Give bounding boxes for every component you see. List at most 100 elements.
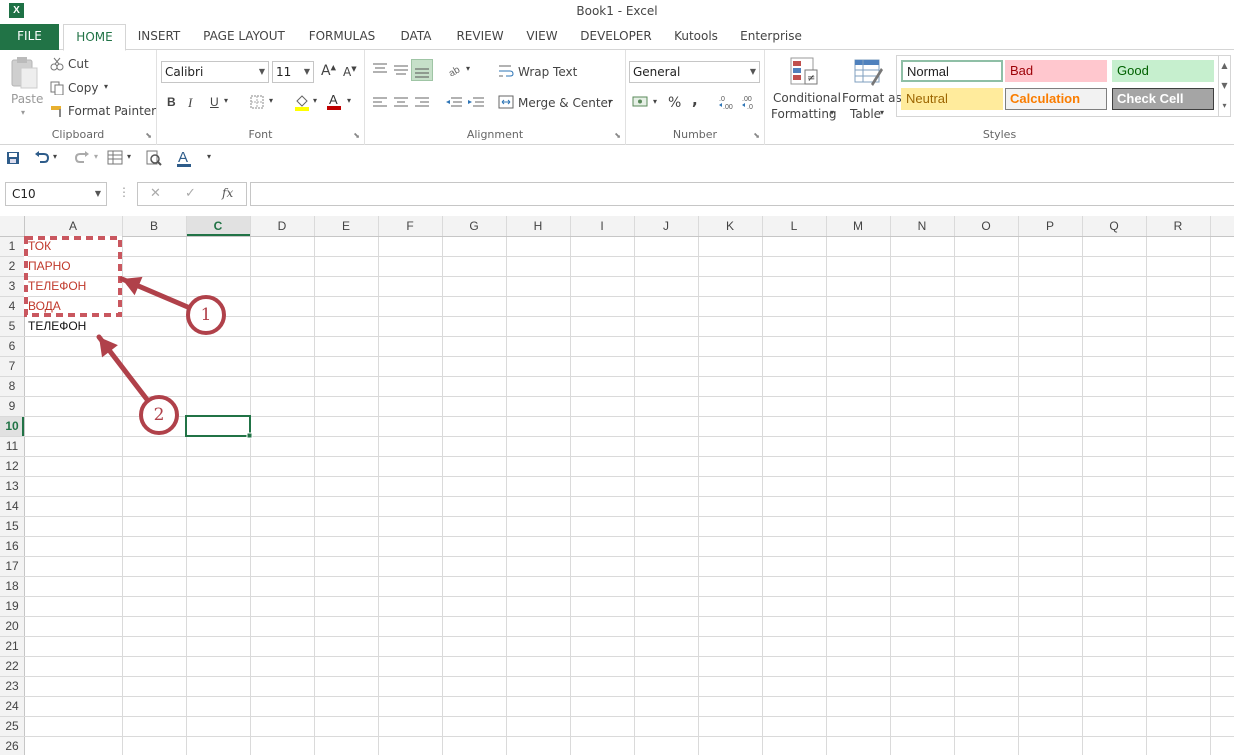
format-as-table-icon[interactable] <box>853 56 883 88</box>
font-size-select[interactable]: 11 ▼ <box>272 61 314 83</box>
increase-font-size-icon[interactable]: A▲ <box>321 63 336 79</box>
italic-button[interactable]: I <box>188 95 192 111</box>
tab-developer[interactable]: DEVELOPER <box>576 24 656 50</box>
row-header-10[interactable]: 10 <box>0 416 24 436</box>
print-preview-icon[interactable] <box>146 150 162 166</box>
redo-icon[interactable] <box>74 150 90 164</box>
tab-data[interactable]: DATA <box>394 24 438 50</box>
conditional-formatting-label-1[interactable]: Conditional <box>773 91 841 105</box>
tab-enterprise[interactable]: Enterprise <box>736 24 806 50</box>
column-header-a[interactable]: A <box>24 216 122 236</box>
cell-style-calculation[interactable]: Calculation <box>1005 88 1107 110</box>
column-header-e[interactable]: E <box>314 216 378 236</box>
format-as-table-dropdown-icon[interactable]: ▾ <box>880 108 884 117</box>
undo-dropdown-icon[interactable]: ▾ <box>53 152 57 161</box>
number-format-select[interactable]: General ▼ <box>629 61 760 83</box>
cancel-entry-icon[interactable]: ✕ <box>150 186 161 201</box>
customize-qat-icon[interactable]: ▾ <box>207 152 211 161</box>
number-launcher-icon[interactable]: ⬊ <box>753 131 760 140</box>
accounting-format-icon[interactable] <box>632 95 650 109</box>
row-header-17[interactable]: 17 <box>0 556 24 576</box>
comma-style-button[interactable]: , <box>692 91 698 109</box>
tab-file[interactable]: FILE <box>0 24 59 50</box>
column-header-j[interactable]: J <box>634 216 698 236</box>
wrap-text-button[interactable]: Wrap Text <box>518 65 577 79</box>
format-as-table-label-1[interactable]: Format as <box>842 91 902 105</box>
align-right-icon[interactable] <box>414 96 430 110</box>
align-left-icon[interactable] <box>372 96 388 110</box>
tab-insert[interactable]: INSERT <box>130 24 188 50</box>
align-center-icon[interactable] <box>393 96 409 110</box>
insert-function-button[interactable]: fx <box>222 186 233 200</box>
confirm-entry-icon[interactable]: ✓ <box>185 186 196 201</box>
copy-icon[interactable] <box>50 81 64 96</box>
font-color-qat-icon[interactable]: A <box>176 149 192 167</box>
undo-icon[interactable] <box>34 150 50 164</box>
align-middle-icon[interactable] <box>393 62 409 76</box>
column-header-q[interactable]: Q <box>1082 216 1146 236</box>
fill-color-dropdown-icon[interactable]: ▾ <box>313 96 317 105</box>
formula-input[interactable] <box>250 182 1234 206</box>
tab-review[interactable]: REVIEW <box>451 24 509 50</box>
font-color-dropdown-icon[interactable]: ▾ <box>347 96 351 105</box>
row-header-15[interactable]: 15 <box>0 516 24 536</box>
row-header-23[interactable]: 23 <box>0 676 24 696</box>
percent-style-button[interactable]: % <box>668 95 681 111</box>
form-dropdown-icon[interactable]: ▾ <box>127 152 131 161</box>
orientation-icon[interactable]: ab <box>447 62 465 79</box>
column-header-h[interactable]: H <box>506 216 570 236</box>
clipboard-launcher-icon[interactable]: ⬊ <box>145 131 152 140</box>
row-header-18[interactable]: 18 <box>0 576 24 596</box>
paste-dropdown-icon[interactable]: ▾ <box>21 108 25 117</box>
cut-icon[interactable] <box>50 57 64 71</box>
cell-a2[interactable]: ПАРНО <box>24 256 122 276</box>
column-header-r[interactable]: R <box>1146 216 1210 236</box>
row-header-13[interactable]: 13 <box>0 476 24 496</box>
column-header-f[interactable]: F <box>378 216 442 236</box>
row-header-4[interactable]: 4 <box>0 296 24 316</box>
cell-style-normal[interactable]: Normal <box>901 60 1003 82</box>
underline-button[interactable]: U <box>210 95 219 109</box>
gallery-scroll[interactable]: ▲ ▼ ▾ <box>1218 55 1231 117</box>
decrease-indent-icon[interactable] <box>445 96 463 110</box>
format-painter-button[interactable]: Format Painter <box>68 104 156 118</box>
row-header-21[interactable]: 21 <box>0 636 24 656</box>
row-header-24[interactable]: 24 <box>0 696 24 716</box>
conditional-formatting-dropdown-icon[interactable]: ▾ <box>830 108 834 117</box>
row-header-6[interactable]: 6 <box>0 336 24 356</box>
increase-decimal-icon[interactable]: .0.00 <box>718 94 736 111</box>
cell-style-bad[interactable]: Bad <box>1005 60 1107 82</box>
font-name-select[interactable]: Calibri ▼ <box>161 61 269 83</box>
alignment-launcher-icon[interactable]: ⬊ <box>614 131 621 140</box>
form-icon[interactable] <box>107 150 125 166</box>
column-header-m[interactable]: M <box>826 216 890 236</box>
row-header-26[interactable]: 26 <box>0 736 24 755</box>
merge-center-button[interactable]: Merge & Center <box>518 96 613 110</box>
copy-dropdown-icon[interactable]: ▾ <box>104 82 108 91</box>
column-header-d[interactable]: D <box>250 216 314 236</box>
cell-style-check-cell[interactable]: Check Cell <box>1112 88 1214 110</box>
row-header-7[interactable]: 7 <box>0 356 24 376</box>
row-header-1[interactable]: 1 <box>0 236 24 256</box>
cut-button[interactable]: Cut <box>68 57 89 71</box>
cell-style-neutral[interactable]: Neutral <box>901 88 1003 110</box>
save-icon[interactable] <box>6 151 20 165</box>
decrease-font-size-icon[interactable]: A▼ <box>343 65 357 79</box>
cell-a3[interactable]: ТЕЛЕФОН <box>24 276 122 296</box>
align-bottom-icon[interactable] <box>411 59 433 81</box>
format-painter-icon[interactable] <box>50 104 64 118</box>
tab-kutools[interactable]: Kutools <box>667 24 725 50</box>
column-header-o[interactable]: O <box>954 216 1018 236</box>
column-header-g[interactable]: G <box>442 216 506 236</box>
fill-color-icon[interactable] <box>294 93 310 111</box>
name-box[interactable]: C10 ▼ <box>5 182 107 206</box>
row-header-3[interactable]: 3 <box>0 276 24 296</box>
paste-label[interactable]: Paste <box>11 92 43 106</box>
row-header-5[interactable]: 5 <box>0 316 24 336</box>
format-as-table-label-2[interactable]: Table <box>850 107 881 121</box>
row-header-22[interactable]: 22 <box>0 656 24 676</box>
column-header-k[interactable]: K <box>698 216 762 236</box>
tab-home[interactable]: HOME <box>63 24 126 51</box>
row-header-9[interactable]: 9 <box>0 396 24 416</box>
row-header-20[interactable]: 20 <box>0 616 24 636</box>
